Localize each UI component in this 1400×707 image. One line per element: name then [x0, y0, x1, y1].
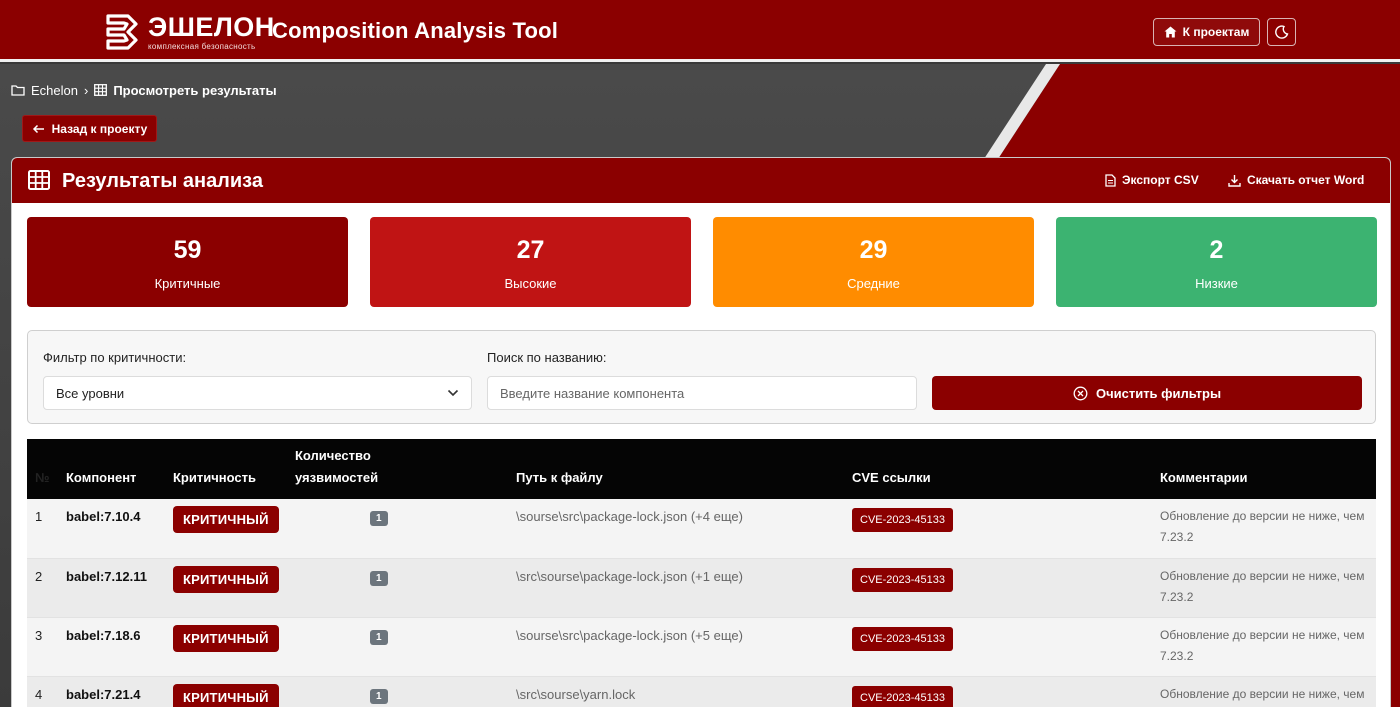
arrow-left-icon — [32, 124, 44, 133]
cell-component: babel:7.18.6 — [66, 627, 141, 643]
close-circle-icon — [1073, 386, 1088, 400]
card-header: Результаты анализа Экспорт CSV Скачать о… — [12, 158, 1390, 203]
stat-label: Высокие — [504, 276, 557, 291]
col-header-count-line1: Количество — [295, 448, 371, 463]
cell-component: babel:7.21.4 — [66, 686, 141, 702]
folder-icon — [11, 85, 25, 96]
clear-filters-button[interactable]: Очистить фильтры — [932, 376, 1362, 410]
theme-toggle-button[interactable] — [1267, 18, 1296, 46]
home-icon — [1164, 26, 1177, 38]
stat-label: Средние — [847, 276, 900, 291]
cell-comment: Обновление до версии не ниже, чем 7.23.2 — [1160, 627, 1365, 663]
stat-label: Критичные — [154, 276, 221, 291]
to-projects-label: К проектам — [1182, 25, 1250, 39]
cell-num: 3 — [27, 617, 66, 677]
stat-value: 29 — [859, 236, 888, 264]
col-header-component[interactable]: Компонент — [66, 439, 173, 499]
cell-comment: Обновление до версии не ниже, чем 7.23.2 — [1160, 686, 1365, 701]
table-row: 2 babel:7.12.11 КРИТИЧНЫЙ 1 \src\sourse\… — [27, 558, 1376, 618]
stat-value: 59 — [173, 236, 202, 264]
severity-filter-label: Фильтр по критичности: — [43, 350, 187, 365]
table-header-row: № Компонент Критичность Количество уязвим… — [27, 439, 1376, 499]
results-card: Результаты анализа Экспорт CSV Скачать о… — [11, 157, 1391, 707]
col-header-comments[interactable]: Комментарии — [1122, 439, 1376, 499]
logo[interactable]: ЭШЕЛОН комплексная безопасность — [106, 12, 275, 52]
download-word-label: Скачать отчет Word — [1247, 173, 1365, 187]
col-header-count-line2: уязвимостей — [295, 470, 379, 485]
count-badge: 1 — [370, 688, 388, 704]
search-input[interactable] — [487, 376, 917, 410]
cve-link[interactable]: CVE-2023-45133 — [852, 626, 954, 651]
col-header-count[interactable]: Количество уязвимостей — [295, 439, 478, 499]
stat-value: 27 — [516, 236, 545, 264]
back-label: Назад к проекту — [51, 121, 148, 136]
table-icon — [94, 84, 108, 96]
cell-component: babel:7.12.11 — [66, 568, 147, 584]
cell-comment: Обновление до версии не ниже, чем 7.23.2 — [1160, 509, 1365, 544]
cve-link[interactable]: CVE-2023-45133 — [852, 508, 954, 532]
cell-path: \src\sourse\yarn.lock — [516, 686, 636, 702]
moon-icon — [1274, 25, 1288, 39]
severity-badge: КРИТИЧНЫЙ — [173, 683, 279, 707]
card-title: Результаты анализа — [62, 170, 263, 192]
severity-badge: КРИТИЧНЫЙ — [173, 565, 279, 593]
stat-label: Низкие — [1195, 276, 1238, 291]
stat-value: 2 — [1209, 236, 1224, 264]
stat-low: 2 Низкие — [1056, 217, 1377, 307]
col-header-cve[interactable]: CVE ссылки — [814, 439, 1122, 499]
cve-link[interactable]: CVE-2023-45133 — [852, 685, 954, 707]
cell-path: \src\sourse\package-lock.json (+1 еще) — [516, 568, 743, 584]
table-icon — [28, 170, 50, 190]
results-table: № Компонент Критичность Количество уязвим… — [27, 439, 1376, 707]
breadcrumb-current: Просмотреть результаты — [113, 82, 277, 98]
cell-path: \sourse\src\package-lock.json (+4 еще) — [516, 509, 743, 524]
filters-panel: Фильтр по критичности: Поиск по названию… — [27, 330, 1376, 424]
count-badge: 1 — [370, 570, 388, 586]
chevron-down-icon — [447, 389, 459, 397]
col-header-severity[interactable]: Критичность — [173, 439, 295, 499]
severity-filter-select[interactable]: Все уровни — [43, 376, 472, 410]
download-word-button[interactable]: Скачать отчет Word — [1228, 173, 1364, 187]
logo-mark-icon — [106, 14, 138, 50]
severity-filter-value: Все уровни — [56, 385, 125, 401]
table-row: 1 babel:7.10.4 КРИТИЧНЫЙ 1 \sourse\src\p… — [27, 499, 1376, 559]
logo-name: ЭШЕЛОН — [148, 11, 275, 42]
logo-subtitle: комплексная безопасность — [148, 41, 256, 51]
download-icon — [1228, 174, 1241, 187]
stat-high: 27 Высокие — [370, 217, 691, 307]
severity-badge: КРИТИЧНЫЙ — [173, 506, 279, 533]
to-projects-button[interactable]: К проектам — [1153, 18, 1260, 46]
cell-num: 4 — [27, 676, 66, 707]
cell-num: 2 — [27, 558, 66, 618]
file-icon — [1105, 173, 1116, 187]
breadcrumb-root[interactable]: Echelon — [31, 83, 78, 98]
back-to-project-button[interactable]: Назад к проекту — [22, 115, 157, 142]
breadcrumb: Echelon › Просмотреть результаты — [11, 82, 277, 98]
app-title: Composition Analysis Tool — [272, 18, 559, 43]
stat-medium: 29 Средние — [713, 217, 1034, 307]
stat-critical: 59 Критичные — [27, 217, 348, 307]
table-row: 4 babel:7.21.4 КРИТИЧНЫЙ 1 \src\sourse\y… — [27, 676, 1376, 707]
export-csv-button[interactable]: Экспорт CSV — [1105, 173, 1199, 187]
table-row: 3 babel:7.18.6 КРИТИЧНЫЙ 1 \sourse\src\p… — [27, 617, 1376, 677]
cell-comment: Обновление до версии не ниже, чем 7.23.2 — [1160, 568, 1365, 604]
export-csv-label: Экспорт CSV — [1122, 173, 1199, 187]
search-label: Поиск по названию: — [487, 350, 607, 365]
col-header-path[interactable]: Путь к файлу — [478, 439, 814, 499]
col-header-num[interactable]: № — [27, 439, 66, 499]
app-header: ЭШЕЛОН комплексная безопасность Composit… — [0, 0, 1400, 62]
cell-num: 1 — [27, 499, 66, 559]
severity-badge: КРИТИЧНЫЙ — [173, 624, 279, 652]
count-badge: 1 — [370, 511, 388, 526]
clear-filters-label: Очистить фильтры — [1095, 385, 1222, 401]
cell-path: \sourse\src\package-lock.json (+5 еще) — [516, 627, 743, 643]
breadcrumb-separator: › — [83, 82, 89, 98]
cve-link[interactable]: CVE-2023-45133 — [852, 567, 954, 592]
cell-component: babel:7.10.4 — [66, 509, 141, 524]
count-badge: 1 — [370, 629, 388, 645]
